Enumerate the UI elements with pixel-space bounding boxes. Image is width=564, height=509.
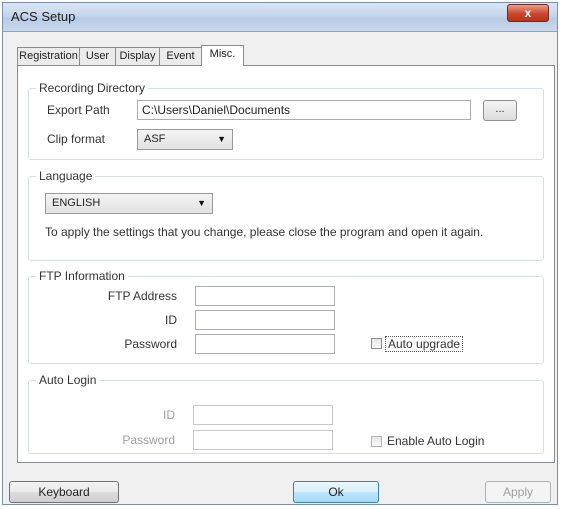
language-group: Language ENGLISH ▼ To apply the settings… <box>28 169 544 261</box>
auto-login-group: Auto Login ID Password Enable Auto Login <box>28 373 544 454</box>
ok-button[interactable]: Ok <box>293 481 379 503</box>
export-path-input[interactable]: C:\Users\Daniel\Documents <box>137 100 471 120</box>
auto-login-password-input[interactable] <box>193 430 333 450</box>
ftp-information-group: FTP Information FTP Address ID Password … <box>28 269 544 364</box>
ftp-password-label: Password <box>124 337 177 351</box>
ftp-information-legend: FTP Information <box>36 269 128 283</box>
auto-login-legend: Auto Login <box>36 373 100 387</box>
tab-display[interactable]: Display <box>115 47 160 65</box>
ftp-id-label: ID <box>165 313 177 327</box>
clip-format-select[interactable]: ASF ▼ <box>137 129 233 150</box>
ftp-address-input[interactable] <box>195 286 335 306</box>
language-select[interactable]: ENGLISH ▼ <box>45 193 213 214</box>
misc-tab-panel: Recording Directory Export Path C:\Users… <box>17 65 555 463</box>
export-path-label: Export Path <box>47 103 110 117</box>
chevron-down-icon: ▼ <box>217 134 226 144</box>
keyboard-button[interactable]: Keyboard <box>9 481 119 503</box>
auto-upgrade-checkbox[interactable] <box>371 338 382 349</box>
language-value: ENGLISH <box>52 197 101 209</box>
chevron-down-icon: ▼ <box>197 198 206 208</box>
auto-login-id-input[interactable] <box>193 405 333 425</box>
clip-format-value: ASF <box>144 133 166 145</box>
acs-setup-dialog: ACS Setup x Registration User Display Ev… <box>2 2 558 505</box>
tab-registration[interactable]: Registration <box>17 47 80 65</box>
ftp-password-input[interactable] <box>195 334 335 354</box>
ftp-id-input[interactable] <box>195 310 335 330</box>
auto-upgrade-label[interactable]: Auto upgrade <box>385 336 464 352</box>
enable-auto-login-checkbox[interactable] <box>371 436 382 447</box>
close-icon: x <box>524 6 532 20</box>
tab-event[interactable]: Event <box>159 47 202 65</box>
browse-button[interactable]: ... <box>483 100 517 121</box>
clip-format-label: Clip format <box>47 132 106 146</box>
language-legend: Language <box>36 169 96 183</box>
ftp-address-label: FTP Address <box>107 289 177 303</box>
language-restart-note: To apply the settings that you change, p… <box>45 225 484 239</box>
apply-button[interactable]: Apply <box>485 481 551 503</box>
tab-misc[interactable]: Misc. <box>201 45 244 66</box>
title-bar[interactable]: ACS Setup x <box>3 3 557 32</box>
auto-login-id-label: ID <box>163 408 175 422</box>
window-title: ACS Setup <box>11 9 76 24</box>
tab-user[interactable]: User <box>79 47 116 65</box>
recording-directory-legend: Recording Directory <box>36 81 149 95</box>
enable-auto-login-label[interactable]: Enable Auto Login <box>387 434 484 448</box>
auto-login-password-label: Password <box>122 433 175 447</box>
close-button[interactable]: x <box>507 4 549 22</box>
recording-directory-group: Recording Directory Export Path C:\Users… <box>28 81 544 160</box>
